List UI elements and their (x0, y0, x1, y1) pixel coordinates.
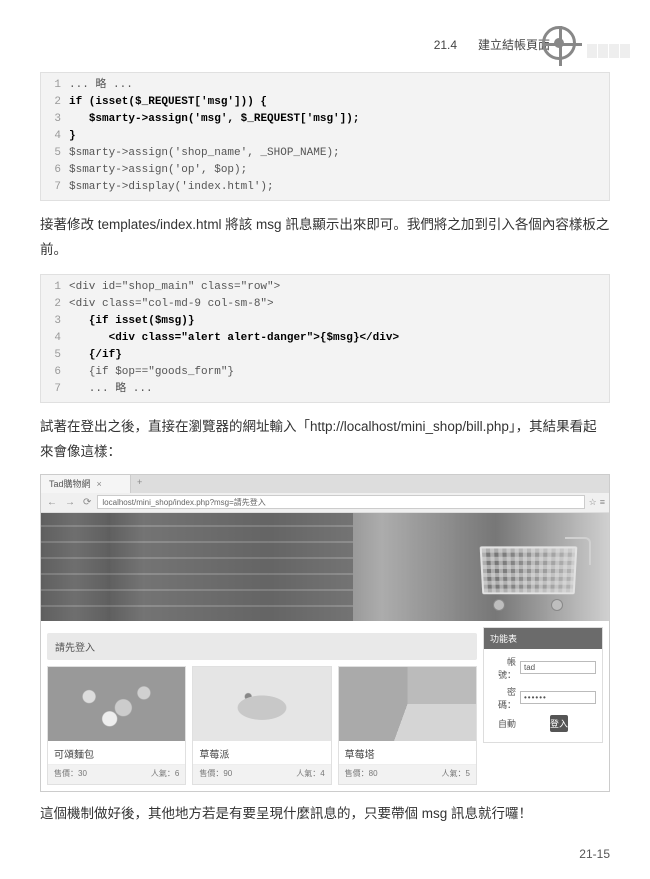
browser-tabbar: Tad購物網 × + (41, 475, 609, 493)
forward-icon[interactable]: → (63, 497, 77, 508)
product-card[interactable]: 可頌麵包 售價：30 人氣：6 (47, 666, 186, 785)
product-card[interactable]: 草莓塔 售價：80 人氣：5 (338, 666, 477, 785)
close-icon[interactable]: × (97, 479, 102, 489)
browser-tab[interactable]: Tad購物網 × (41, 475, 131, 493)
product-name: 草莓派 (193, 741, 330, 764)
password-label: 密碼： (490, 685, 516, 711)
address-bar[interactable]: localhost/mini_shop/index.php?msg=請先登入 (97, 495, 584, 509)
code-block-2: 1<div id="shop_main" class="row">2<div c… (40, 274, 610, 403)
auto-label: 自動 (490, 717, 516, 730)
login-panel: 功能表 帳號： tad 密碼： •••••• 自動 (483, 627, 603, 743)
reload-icon[interactable]: ⟳ (81, 497, 93, 508)
product-qty: 人氣：4 (296, 768, 324, 779)
code-block-1: 1... 略 ...2if (isset($_REQUEST['msg'])) … (40, 72, 610, 201)
page-header: 21.4 建立結帳頁面 (40, 10, 610, 60)
product-image (339, 667, 476, 741)
browser-screenshot: Tad購物網 × + ← → ⟳ localhost/mini_shop/ind… (40, 474, 610, 792)
username-input[interactable]: tad (520, 661, 596, 674)
browser-toolbar: ← → ⟳ localhost/mini_shop/index.php?msg=… (41, 493, 609, 513)
product-image (48, 667, 185, 741)
product-qty: 人氣：5 (442, 768, 470, 779)
shop-banner (41, 513, 609, 621)
product-price: 售價：90 (199, 768, 232, 779)
paragraph-3: 這個機制做好後，其他地方若是有要呈現什麼訊息的，只要帶個 msg 訊息就行囉！ (40, 802, 610, 826)
product-name: 可頌麵包 (48, 741, 185, 764)
page-number: 21-15 (579, 847, 610, 861)
product-qty: 人氣：6 (151, 768, 179, 779)
cart-icon (471, 533, 591, 613)
product-name: 草莓塔 (339, 741, 476, 764)
star-icon[interactable]: ☆ (589, 497, 597, 508)
username-label: 帳號： (490, 655, 516, 681)
product-price: 售價：30 (54, 768, 87, 779)
login-button[interactable]: 登入 (550, 715, 568, 732)
header-decoration (540, 24, 630, 64)
paragraph-2: 試著在登出之後，直接在瀏覽器的網址輸入「http://localhost/min… (40, 415, 610, 464)
product-image (193, 667, 330, 741)
back-icon[interactable]: ← (45, 497, 59, 508)
new-tab-button[interactable]: + (131, 475, 148, 493)
password-input[interactable]: •••••• (520, 691, 596, 704)
section-number: 21.4 (434, 38, 457, 52)
product-grid: 可頌麵包 售價：30 人氣：6 草莓派 售價：90 人氣：4 (47, 666, 477, 785)
paragraph-1: 接著修改 templates/index.html 將該 msg 訊息顯示出來即… (40, 213, 610, 262)
tab-title: Tad購物網 (49, 477, 91, 490)
product-price: 售價：80 (345, 768, 378, 779)
product-card[interactable]: 草莓派 售價：90 人氣：4 (192, 666, 331, 785)
menu-icon[interactable]: ≡ (600, 497, 605, 508)
sidebar-title: 功能表 (484, 628, 602, 649)
alert-message: 請先登入 (47, 633, 477, 660)
